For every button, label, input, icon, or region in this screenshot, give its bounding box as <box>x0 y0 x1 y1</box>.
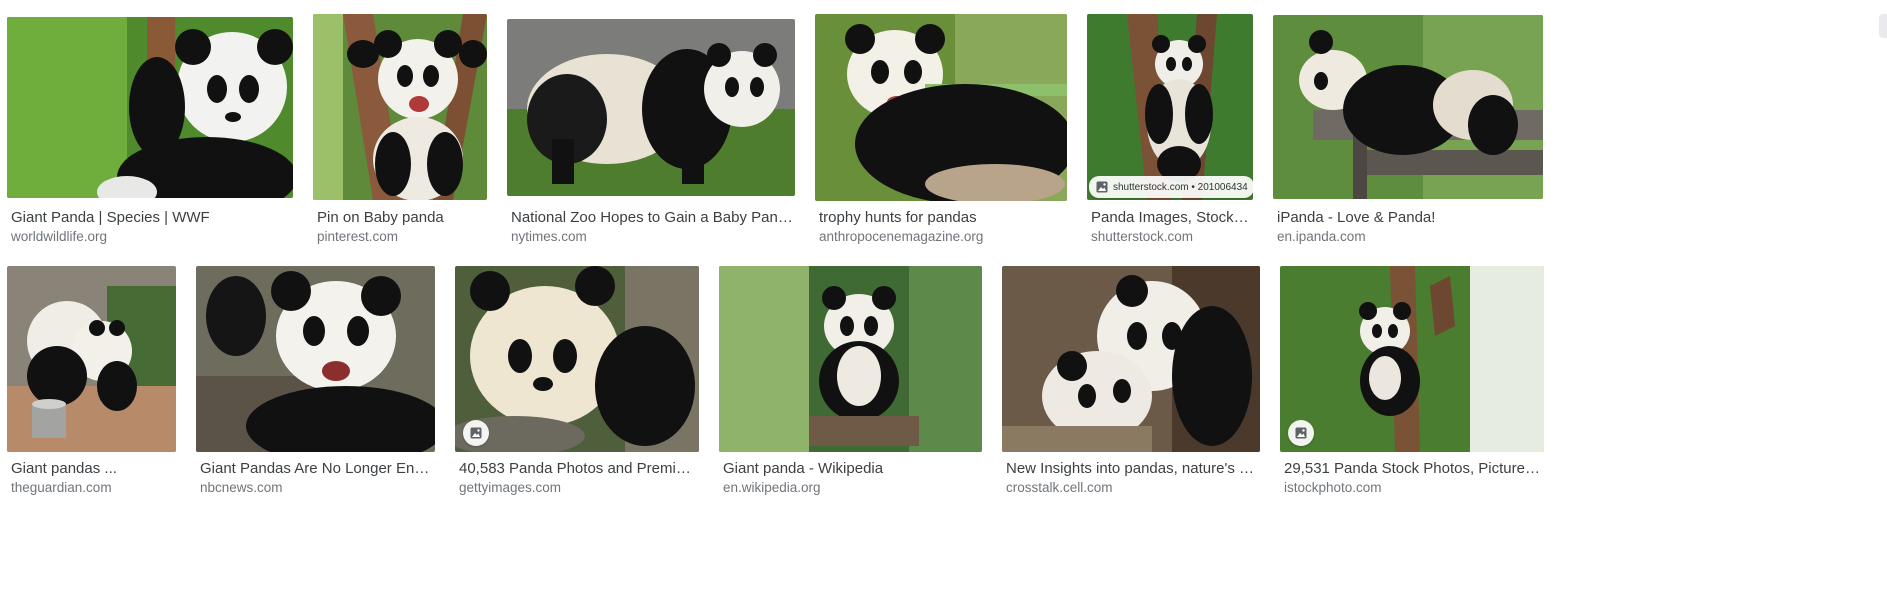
result-title[interactable]: Giant Pandas Are No Longer Endanger... <box>200 460 435 478</box>
result-source[interactable]: shutterstock.com <box>1091 229 1251 245</box>
result-title[interactable]: Giant panda - Wikipedia <box>723 460 982 478</box>
panda-thumbnail[interactable] <box>815 14 1067 201</box>
image-result-card[interactable]: Giant Panda | Species | WWF worldwildlif… <box>7 0 293 250</box>
result-title[interactable]: Panda Images, Stock Pho... <box>1091 209 1251 227</box>
image-result-card[interactable]: 40,583 Panda Photos and Premium Hig... g… <box>455 258 699 592</box>
image-badge <box>1288 420 1314 446</box>
result-title[interactable]: Giant Panda | Species | WWF <box>11 209 293 227</box>
result-source[interactable]: gettyimages.com <box>459 480 699 496</box>
result-title[interactable]: Giant pandas ... <box>11 460 176 478</box>
image-result-card[interactable]: Giant pandas ... theguardian.com <box>7 258 176 592</box>
watermark-text: shutterstock.com • 201006434 <box>1113 181 1248 193</box>
result-source[interactable]: en.wikipedia.org <box>723 480 982 496</box>
panda-thumbnail[interactable] <box>1273 15 1543 199</box>
image-result-card[interactable]: New Insights into pandas, nature's most … <box>1002 258 1260 592</box>
image-result-card[interactable]: iPanda - Love & Panda! en.ipanda.com <box>1273 0 1543 250</box>
result-title[interactable]: 40,583 Panda Photos and Premium Hig... <box>459 460 699 478</box>
result-source[interactable]: crosstalk.cell.com <box>1006 480 1260 496</box>
result-source[interactable]: anthropocenemagazine.org <box>819 229 1067 245</box>
panda-thumbnail[interactable] <box>1280 266 1544 452</box>
result-source[interactable]: nytimes.com <box>511 229 795 245</box>
image-result-card[interactable]: Pin on Baby panda pinterest.com <box>313 0 487 250</box>
result-title[interactable]: Pin on Baby panda <box>317 209 487 227</box>
image-result-card[interactable]: 29,531 Panda Stock Photos, Pictures ... … <box>1280 258 1544 592</box>
panda-thumbnail[interactable] <box>313 14 487 200</box>
image-result-card[interactable]: National Zoo Hopes to Gain a Baby Panda … <box>507 0 795 250</box>
image-badge: shutterstock.com • 201006434 <box>1089 176 1253 198</box>
result-source[interactable]: en.ipanda.com <box>1277 229 1543 245</box>
image-icon <box>1294 426 1308 440</box>
panda-thumbnail[interactable] <box>1002 266 1260 452</box>
panda-thumbnail[interactable] <box>455 266 699 452</box>
result-title[interactable]: New Insights into pandas, nature's most … <box>1006 460 1260 478</box>
panda-thumbnail[interactable] <box>507 19 795 196</box>
image-result-card[interactable]: trophy hunts for pandas anthropocenemaga… <box>815 0 1067 250</box>
result-source[interactable]: worldwildlife.org <box>11 229 293 245</box>
result-title[interactable]: National Zoo Hopes to Gain a Baby Panda … <box>511 209 795 227</box>
image-result-card[interactable]: Giant panda - Wikipedia en.wikipedia.org <box>719 258 982 592</box>
image-icon <box>1095 180 1109 194</box>
panda-thumbnail[interactable] <box>7 17 293 198</box>
scroll-edge-tab[interactable] <box>1879 14 1887 38</box>
result-title[interactable]: iPanda - Love & Panda! <box>1277 209 1543 227</box>
result-source[interactable]: istockphoto.com <box>1284 480 1544 496</box>
image-result-card[interactable]: shutterstock.com • 201006434 Panda Image… <box>1087 0 1253 250</box>
image-results-grid: Giant Panda | Species | WWF worldwildlif… <box>0 0 1887 592</box>
panda-thumbnail[interactable] <box>719 266 982 452</box>
image-badge <box>463 420 489 446</box>
panda-thumbnail[interactable] <box>7 266 176 452</box>
image-icon <box>469 426 483 440</box>
panda-thumbnail[interactable]: shutterstock.com • 201006434 <box>1087 14 1253 200</box>
result-source[interactable]: pinterest.com <box>317 229 487 245</box>
panda-thumbnail[interactable] <box>196 266 435 452</box>
result-source[interactable]: nbcnews.com <box>200 480 435 496</box>
result-title[interactable]: 29,531 Panda Stock Photos, Pictures ... <box>1284 460 1544 478</box>
image-result-card[interactable]: Giant Pandas Are No Longer Endanger... n… <box>196 258 435 592</box>
result-source[interactable]: theguardian.com <box>11 480 176 496</box>
result-title[interactable]: trophy hunts for pandas <box>819 209 1067 227</box>
